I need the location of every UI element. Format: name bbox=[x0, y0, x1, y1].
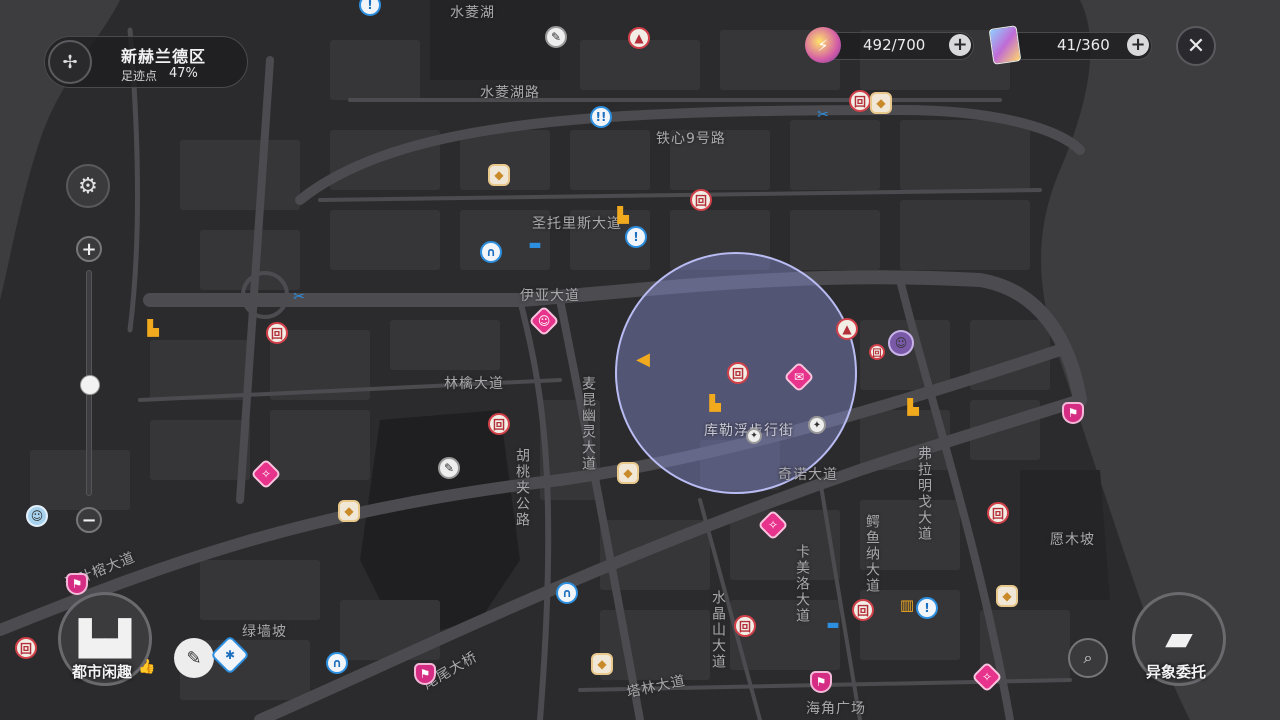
like-icon: 👍 bbox=[138, 659, 156, 675]
car-icon[interactable]: ▬ bbox=[822, 614, 844, 636]
notes-button[interactable]: ✎ bbox=[174, 638, 214, 678]
vendor-pin-icon[interactable]: 回 bbox=[734, 615, 756, 637]
car-icon[interactable]: ▬ bbox=[524, 234, 546, 256]
add-battery-button[interactable]: + bbox=[949, 34, 971, 56]
supply-box-icon[interactable]: ◆ bbox=[617, 462, 639, 484]
supply-box-icon[interactable]: ◆ bbox=[996, 585, 1018, 607]
race-flag-icon[interactable]: ⚑ bbox=[66, 573, 88, 595]
supply-box-icon[interactable]: ◆ bbox=[870, 92, 892, 114]
battery-resource: ⚡ 492/700 + bbox=[805, 27, 974, 63]
vendor-pin-icon[interactable]: 回 bbox=[15, 637, 37, 659]
repair-shop-icon[interactable]: ✂ bbox=[812, 104, 834, 126]
battery-value: 492/700 bbox=[863, 36, 926, 54]
mission-pin-icon[interactable]: ✦ bbox=[808, 416, 826, 434]
race-flag-icon[interactable]: ⚑ bbox=[1062, 402, 1084, 424]
card-icon bbox=[988, 25, 1022, 65]
building-icon[interactable]: ▙ bbox=[902, 396, 924, 418]
supply-box-icon[interactable]: ◆ bbox=[591, 653, 613, 675]
race-flag-icon[interactable]: ⚑ bbox=[414, 663, 436, 685]
building-icon[interactable]: ▙ bbox=[612, 204, 634, 226]
vendor-pin-icon[interactable]: 回 bbox=[690, 189, 712, 211]
add-card-button[interactable]: + bbox=[1127, 34, 1149, 56]
vendor-pin-icon[interactable]: 回 bbox=[987, 502, 1009, 524]
close-icon: ✕ bbox=[1186, 33, 1206, 59]
info-pin-icon[interactable]: ! bbox=[625, 226, 647, 248]
gear-icon: ⚙ bbox=[78, 173, 98, 199]
portal-pin-icon[interactable]: ∩ bbox=[556, 582, 578, 604]
compass-icon[interactable]: ✢ bbox=[48, 40, 92, 84]
vendor-pin-icon[interactable]: 回 bbox=[852, 599, 874, 621]
region-name: 新赫兰德区 bbox=[121, 47, 207, 66]
rocket-pin-icon[interactable]: ▲ bbox=[836, 318, 858, 340]
portal-pin-icon[interactable]: ∩ bbox=[326, 652, 348, 674]
map-screen: 水菱湖 水菱湖路 铁心9号路 圣托里斯大道 伊亚大道 林檎大道 麦昆幽灵大道 胡… bbox=[0, 0, 1280, 720]
npc-avatar-icon[interactable]: ☺ bbox=[26, 505, 48, 527]
supply-box-icon[interactable]: ◆ bbox=[488, 164, 510, 186]
building-icon[interactable]: ▙ bbox=[142, 317, 164, 339]
zoom-out-button[interactable]: − bbox=[76, 507, 102, 533]
supply-box-icon[interactable]: ◆ bbox=[338, 500, 360, 522]
close-button[interactable]: ✕ bbox=[1176, 26, 1216, 66]
rocket-pin-icon[interactable]: ▲ bbox=[628, 27, 650, 49]
vendor-pin-icon[interactable]: 回 bbox=[266, 322, 288, 344]
progress-value: 47% bbox=[169, 66, 198, 81]
repair-shop-icon[interactable]: ✂ bbox=[288, 286, 310, 308]
bank-icon[interactable]: ▥ bbox=[896, 594, 918, 616]
mission-pin-icon[interactable]: ✦ bbox=[746, 428, 762, 444]
vendor-pin-icon[interactable]: 回 bbox=[869, 344, 885, 360]
battery-icon: ⚡ bbox=[805, 27, 841, 63]
map-search-button[interactable]: ⌕ bbox=[1068, 638, 1108, 678]
card-resource: 41/360 + bbox=[988, 25, 1152, 65]
npc-avatar-icon[interactable]: ☺ bbox=[888, 330, 914, 356]
info-pin-icon[interactable]: ! bbox=[916, 597, 938, 619]
vendor-pin-icon[interactable]: 回 bbox=[727, 362, 749, 384]
card-value: 41/360 bbox=[1057, 36, 1110, 54]
map-search-icon: ⌕ bbox=[1083, 648, 1093, 667]
player-arrow-icon: ◀ bbox=[636, 348, 650, 370]
settings-button[interactable]: ⚙ bbox=[66, 164, 110, 208]
race-flag-icon[interactable]: ⚑ bbox=[810, 671, 832, 693]
city-leisure-label: 都市闲趣 bbox=[72, 663, 133, 681]
city-buildings-icon: ▙▟ bbox=[78, 619, 132, 659]
vendor-pin-icon[interactable]: 回 bbox=[488, 413, 510, 435]
vendor-pin-icon[interactable]: 回 bbox=[849, 90, 871, 112]
bounty-pin-icon[interactable]: ✎ bbox=[438, 457, 460, 479]
notes-icon: ✎ bbox=[186, 647, 202, 669]
region-header: ✢ 新赫兰德区 足迹点 47% bbox=[44, 36, 248, 88]
zoom-in-button[interactable]: + bbox=[76, 236, 102, 262]
portal-pin-icon[interactable]: ∩ bbox=[480, 241, 502, 263]
progress-label: 足迹点 bbox=[121, 69, 158, 83]
building-icon[interactable]: ▙ bbox=[704, 392, 726, 414]
folder-icon: ▰ bbox=[1165, 618, 1193, 659]
double-info-pin-icon[interactable]: !! bbox=[590, 106, 612, 128]
anomaly-commission-label: 异象委托 bbox=[1146, 663, 1207, 681]
bounty-pin-icon[interactable]: ✎ bbox=[545, 26, 567, 48]
zoom-slider-handle[interactable] bbox=[80, 375, 100, 395]
